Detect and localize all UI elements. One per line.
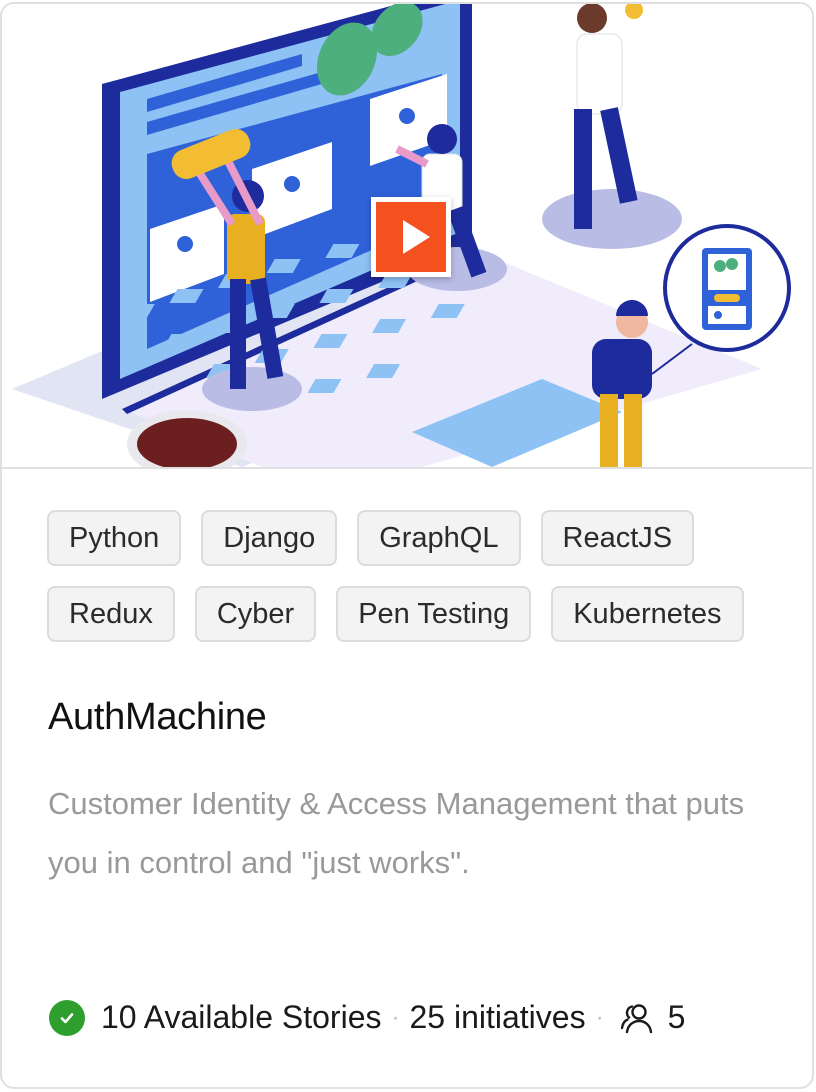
check-circle-icon [49, 999, 85, 1036]
tag-python[interactable]: Python [47, 510, 182, 566]
separator: · [391, 1003, 400, 1031]
members-count[interactable]: 5 [668, 999, 686, 1036]
hero-illustration [2, 4, 812, 467]
play-video-button[interactable] [371, 197, 451, 277]
separator: · [595, 1003, 604, 1031]
project-title[interactable]: AuthMachine [48, 696, 267, 739]
play-icon [403, 220, 430, 254]
tag-list: Python Django GraphQL ReactJS Redux Cybe… [47, 510, 787, 662]
tag-row: Redux Cyber Pen Testing Kubernetes [47, 586, 787, 642]
initiatives-count[interactable]: 25 initiatives [409, 999, 585, 1036]
tag-reactjs[interactable]: ReactJS [540, 510, 695, 566]
tag-pen-testing[interactable]: Pen Testing [336, 586, 532, 642]
project-stats: 10 Available Stories · 25 initiatives · … [49, 999, 685, 1036]
people-icon [620, 1002, 654, 1034]
tag-django[interactable]: Django [201, 510, 338, 566]
hero-divider [2, 467, 812, 469]
project-description: Customer Identity & Access Management th… [48, 786, 745, 880]
tag-redux[interactable]: Redux [47, 586, 175, 642]
tag-graphql[interactable]: GraphQL [357, 510, 521, 566]
tag-kubernetes[interactable]: Kubernetes [551, 586, 744, 642]
project-card[interactable]: Python Django GraphQL ReactJS Redux Cybe… [0, 2, 814, 1089]
available-stories-count[interactable]: 10 Available Stories [101, 999, 381, 1036]
tag-cyber[interactable]: Cyber [194, 586, 317, 642]
tag-row: Python Django GraphQL ReactJS [47, 510, 787, 566]
